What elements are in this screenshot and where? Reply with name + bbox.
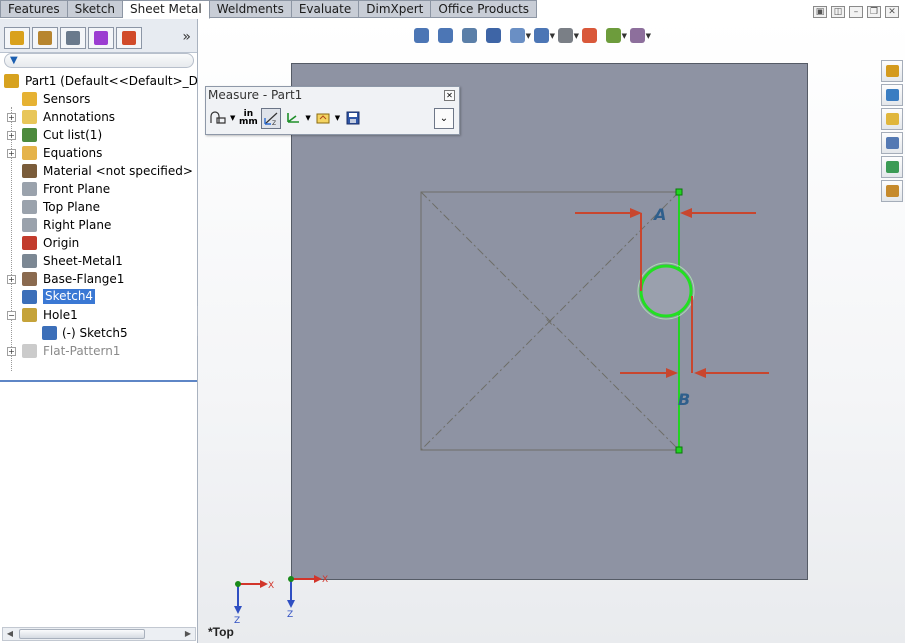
coordinate-system-icon	[287, 113, 300, 123]
sketch-origin-triad: X Z	[287, 575, 328, 620]
measure-toolbar: ▼ in mm Z ▼ ▼ ⌄	[209, 106, 456, 130]
arrowhead-icon	[680, 208, 692, 218]
svg-text:X: X	[268, 581, 274, 591]
svg-text:Z: Z	[287, 610, 293, 620]
edge-endpoint[interactable]	[675, 446, 683, 454]
xyz-icon: Z	[264, 112, 278, 126]
close-icon[interactable]: ✕	[444, 90, 455, 101]
arrowhead-icon	[666, 368, 678, 378]
units-precision-button[interactable]: in mm	[238, 108, 258, 129]
arrowhead-icon	[694, 368, 706, 378]
arc-circle-measure-button[interactable]: ▼	[209, 108, 235, 129]
save-sensor-button[interactable]	[343, 108, 363, 129]
edge-endpoint[interactable]	[675, 188, 683, 196]
show-xyz-measurements-button[interactable]: Z	[261, 107, 282, 129]
dimension-label-b: B	[678, 390, 690, 409]
hole-circle[interactable]	[639, 264, 693, 318]
reference-triad[interactable]: X Z	[234, 580, 274, 626]
point-to-point-button[interactable]: ▼	[284, 108, 311, 129]
projected-on-button[interactable]: ▼	[314, 108, 340, 129]
svg-text:Z: Z	[234, 616, 240, 626]
arc-measure-icon	[210, 111, 226, 124]
projection-icon	[316, 113, 330, 124]
svg-text:Z: Z	[272, 120, 276, 126]
save-icon	[346, 111, 360, 125]
dimension-label-a: A	[652, 205, 666, 224]
center-mark-icon: ×	[545, 317, 553, 328]
view-name-label: *Top	[208, 625, 234, 639]
measure-dialog: Measure - Part1 ✕ ▼ in mm Z ▼ ▼ ⌄	[205, 86, 460, 135]
measure-dialog-title: Measure - Part1	[208, 88, 303, 102]
expand-results-button[interactable]: ⌄	[434, 107, 454, 129]
svg-text:X: X	[322, 575, 328, 585]
